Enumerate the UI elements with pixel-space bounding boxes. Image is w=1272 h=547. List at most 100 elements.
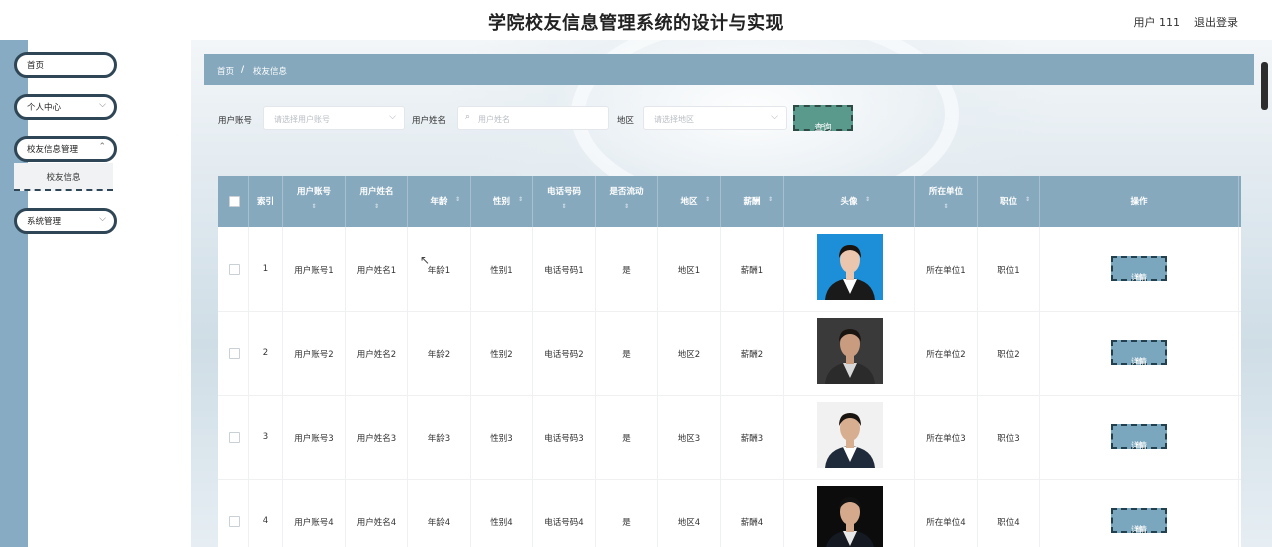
row-checkbox[interactable] <box>229 348 240 359</box>
cell-value: 所在单位3 <box>926 434 966 444</box>
column-header-position[interactable]: 职位 ⇕ <box>978 176 1040 227</box>
name-input[interactable]: ⌕ 用户姓名 <box>457 106 609 130</box>
cell-value: 是 <box>622 350 631 360</box>
detail-button[interactable]: ▤ 详情 <box>1111 340 1167 366</box>
cell-value: 年龄2 <box>427 350 451 360</box>
cell-value: 性别3 <box>490 434 513 444</box>
cell-age: 年龄2 <box>408 311 471 395</box>
account-select[interactable]: 请选择用户账号 ⌵ <box>263 106 405 130</box>
search-bar: 用户账号 请选择用户账号 ⌵ 用户姓名 ⌕ 用户姓名 地区 请选择地区 ⌵ ⌕ … <box>191 105 1272 134</box>
sort-icon[interactable]: ⇕ <box>596 203 657 210</box>
table-row: 3 用户账号3 用户姓名3 年龄3 性别3 电话号码3 是 地区3 薪酬3 所在单位3 职位3 ▤ 详… <box>218 395 1241 480</box>
row-checkbox[interactable] <box>229 432 240 443</box>
column-header-label: 是否流动 <box>609 187 644 197</box>
sidebar-item-alumni-management[interactable]: 校友信息管理 ⌃ <box>14 136 117 162</box>
cell-value: 所在单位2 <box>926 350 966 360</box>
column-header-label: 薪酬 <box>743 197 761 207</box>
cell-gender: 性别1 <box>471 227 533 311</box>
cell-value: 职位3 <box>997 434 1020 444</box>
cell-avatar <box>784 479 915 547</box>
column-header-unit[interactable]: 所在单位 ⇕ <box>915 176 978 227</box>
sort-icon[interactable]: ⇕ <box>283 203 345 210</box>
cell-value: 薪酬3 <box>740 434 764 444</box>
detail-button[interactable]: ▤ 详情 <box>1111 508 1167 534</box>
breadcrumb: 首页 / 校友信息 <box>204 54 1254 85</box>
column-header-mobile[interactable]: 是否流动 ⇕ <box>596 176 658 227</box>
sidebar-subitem-label: 校友信息 <box>46 173 81 183</box>
name-label: 用户姓名 <box>412 116 447 126</box>
detail-button-label: 详情 <box>1131 273 1147 282</box>
sidebar: 首页 个人中心 ⌵ 校友信息管理 ⌃ 校友信息 系统管理 ⌵ <box>0 40 191 547</box>
detail-button[interactable]: ▤ 详情 <box>1111 256 1167 282</box>
cell-name: 用户姓名2 <box>346 311 408 395</box>
cell-value: 2 <box>262 348 269 358</box>
sidebar-item-home[interactable]: 首页 <box>14 52 117 78</box>
cell-region: 地区3 <box>658 395 721 479</box>
chevron-down-icon: ⌵ <box>771 112 778 122</box>
column-header-index: 索引 <box>249 176 283 227</box>
column-header-region[interactable]: 地区 ⇕ <box>658 176 721 227</box>
cell-unit: 所在单位2 <box>915 311 978 395</box>
search-icon: ⌕ <box>465 112 471 122</box>
sort-icon[interactable]: ⇕ <box>915 203 977 210</box>
sidebar-item-personal-center[interactable]: 个人中心 ⌵ <box>14 94 117 120</box>
column-header-phone[interactable]: 电话号码 ⇕ <box>533 176 596 227</box>
sidebar-item-label: 系统管理 <box>27 217 62 227</box>
cell-mobile: 是 <box>596 227 658 311</box>
sort-icon[interactable]: ⇕ <box>533 203 595 210</box>
avatar <box>817 402 883 468</box>
column-header-salary[interactable]: 薪酬 ⇕ <box>721 176 784 227</box>
column-header-avatar[interactable]: 头像 ⇕ <box>784 176 915 227</box>
column-header-name[interactable]: 用户姓名 ⇕ <box>346 176 408 227</box>
cell-age: 年龄1 <box>408 227 471 311</box>
table-row: 4 用户账号4 用户姓名4 年龄4 性别4 电话号码4 是 地区4 薪酬4 所在单位4 职位4 ▤ 详… <box>218 479 1241 547</box>
sort-icon[interactable]: ⇕ <box>455 196 460 203</box>
logout-link[interactable]: 退出登录 <box>1194 14 1238 30</box>
account-placeholder: 请选择用户账号 <box>274 115 330 124</box>
sort-icon[interactable]: ⇕ <box>1025 196 1030 203</box>
region-select[interactable]: 请选择地区 ⌵ <box>643 106 787 130</box>
cell-value: 性别4 <box>490 518 513 528</box>
cell-unit: 所在单位1 <box>915 227 978 311</box>
cell-mobile: 是 <box>596 395 658 479</box>
cell-unit: 所在单位4 <box>915 479 978 547</box>
detail-button[interactable]: ▤ 详情 <box>1111 424 1167 450</box>
cell-value: 用户姓名4 <box>356 518 397 528</box>
cell-avatar <box>784 227 915 311</box>
cell-position: 职位2 <box>978 311 1040 395</box>
select-all-checkbox[interactable] <box>229 196 240 207</box>
sort-icon[interactable]: ⇕ <box>865 196 870 203</box>
query-button[interactable]: ⌕ 查询 <box>793 105 853 133</box>
column-header-gender[interactable]: 性别 ⇕ <box>471 176 533 227</box>
sidebar-item-label: 个人中心 <box>27 103 62 113</box>
scrollbar[interactable] <box>1261 62 1268 110</box>
row-checkbox[interactable] <box>229 516 240 527</box>
sort-icon[interactable]: ⇕ <box>705 196 710 203</box>
cell-gender: 性别2 <box>471 311 533 395</box>
cell-value: 用户账号1 <box>294 266 334 276</box>
cell-gender: 性别3 <box>471 395 533 479</box>
cell-region: 地区1 <box>658 227 721 311</box>
sort-icon[interactable]: ⇕ <box>346 203 407 210</box>
cell-value: 用户账号3 <box>294 434 334 444</box>
row-checkbox[interactable] <box>229 264 240 275</box>
cell-index: 2 <box>249 311 283 395</box>
breadcrumb-home[interactable]: 首页 <box>217 65 234 77</box>
cell-phone: 电话号码1 <box>533 227 596 311</box>
cell-action: ▤ 详情 <box>1040 395 1239 479</box>
cell-index: 4 <box>249 479 283 547</box>
sort-icon[interactable]: ⇕ <box>518 196 523 203</box>
cell-action: ▤ 详情 <box>1040 311 1239 395</box>
sort-icon[interactable]: ⇕ <box>768 196 773 203</box>
sidebar-subitem-alumni-info[interactable]: 校友信息 <box>14 163 113 191</box>
cell-value: 电话号码3 <box>544 434 584 444</box>
cell-gender: 性别4 <box>471 479 533 547</box>
cell-select <box>218 311 249 395</box>
column-header-account[interactable]: 用户账号 ⇕ <box>283 176 346 227</box>
cell-age: 年龄3 <box>408 395 471 479</box>
sidebar-item-system-management[interactable]: 系统管理 ⌵ <box>14 208 117 234</box>
cell-value: 性别2 <box>490 350 513 360</box>
chevron-down-icon: ⌵ <box>99 214 106 224</box>
avatar <box>817 234 883 300</box>
column-header-age[interactable]: 年龄 ⇕ <box>408 176 471 227</box>
